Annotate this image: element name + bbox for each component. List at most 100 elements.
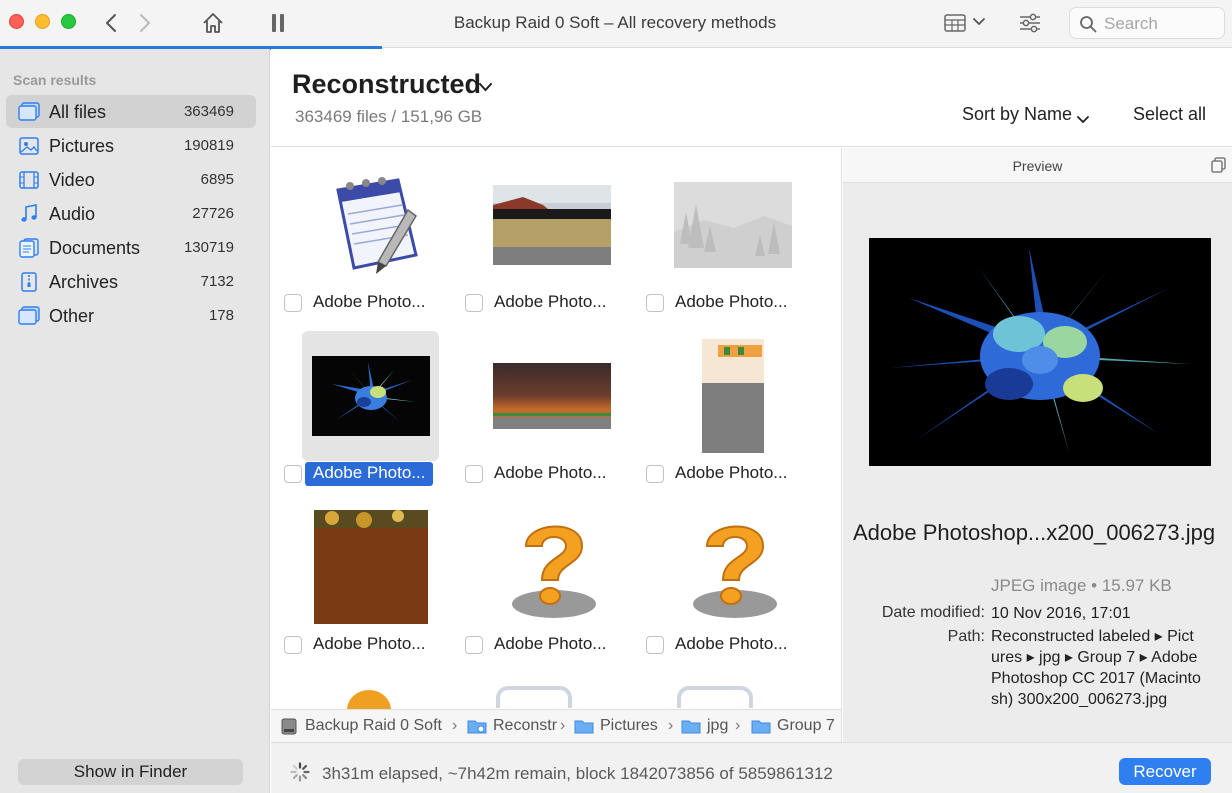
file-thumbnail[interactable]	[664, 331, 801, 461]
video-icon	[18, 170, 40, 190]
file-name[interactable]: Adobe Photo...	[486, 633, 614, 657]
breadcrumb-separator: ›	[452, 717, 458, 734]
sidebar-item-audio[interactable]: Audio 27726	[6, 197, 256, 230]
file-tile[interactable]: Adobe Photo...	[460, 492, 620, 657]
sidebar-item-video[interactable]: Video 6895	[6, 163, 256, 196]
folder-icon	[574, 718, 594, 739]
file-tile[interactable]: Adobe Photo...	[279, 492, 439, 657]
date-modified-value: 10 Nov 2016, 17:01	[991, 605, 1131, 622]
breadcrumb-item[interactable]: jpg	[707, 717, 728, 735]
file-checkbox[interactable]	[465, 294, 483, 312]
file-tile[interactable]: Adobe Photo...	[641, 321, 801, 486]
file-checkbox[interactable]	[646, 636, 664, 654]
file-name[interactable]: Adobe Photo...	[667, 633, 795, 657]
recover-button[interactable]: Recover	[1119, 758, 1211, 785]
sidebar-item-count: 27726	[192, 205, 234, 222]
file-checkbox[interactable]	[646, 465, 664, 483]
folder-icon	[751, 718, 771, 739]
sort-button[interactable]: Sort by Name	[962, 104, 1072, 125]
search-icon	[1079, 15, 1097, 38]
file-name[interactable]: Adobe Photo...	[667, 291, 795, 315]
minimize-window-button[interactable]	[35, 14, 50, 29]
documents-icon	[18, 238, 40, 258]
preview-title: Preview	[1012, 158, 1063, 174]
file-tile[interactable]: Adobe Photo...	[279, 321, 439, 486]
file-checkbox[interactable]	[284, 636, 302, 654]
file-checkbox[interactable]	[284, 465, 302, 483]
file-checkbox[interactable]	[284, 294, 302, 312]
pictures-icon	[18, 136, 40, 156]
breadcrumb-item[interactable]: Pictures	[600, 717, 658, 735]
file-thumbnail[interactable]	[302, 502, 439, 632]
sidebar-item-label: Other	[49, 306, 95, 326]
file-name[interactable]: Adobe Photo...	[486, 291, 614, 315]
view-grid-icon[interactable]	[944, 13, 966, 33]
breadcrumb-item[interactable]: Backup Raid 0 Soft	[305, 717, 442, 735]
file-thumbnail[interactable]	[302, 160, 439, 290]
file-thumbnail[interactable]	[664, 160, 801, 290]
chevron-down-icon[interactable]	[479, 79, 492, 97]
file-thumbnail[interactable]	[483, 502, 620, 632]
partial-file-thumbnail	[494, 678, 574, 709]
sidebar-item-documents[interactable]: Documents 130719	[6, 231, 256, 264]
preview-header: Preview	[843, 148, 1232, 183]
breadcrumb-item[interactable]: Group 7	[777, 717, 835, 735]
chevron-right-icon[interactable]	[134, 12, 156, 34]
file-name[interactable]: Adobe Photo...	[667, 462, 795, 486]
sidebar-item-label: All files	[49, 102, 107, 122]
folder-title[interactable]: Reconstructed	[292, 69, 481, 100]
file-tile[interactable]: Adobe Photo...	[641, 492, 801, 657]
sidebar-item-count: 7132	[200, 273, 234, 290]
file-name[interactable]: Adobe Photo...	[305, 291, 433, 315]
notepad-icon	[335, 177, 418, 274]
file-tile[interactable]: Adobe Photo...	[279, 150, 439, 315]
chevron-left-icon[interactable]	[100, 12, 122, 34]
filter-sliders-icon[interactable]	[1018, 12, 1042, 34]
search-box[interactable]	[1069, 7, 1225, 39]
sidebar-item-pictures[interactable]: Pictures 190819	[6, 129, 256, 162]
file-name[interactable]: Adobe Photo...	[305, 462, 434, 486]
pause-icon[interactable]	[268, 12, 288, 34]
select-all-button[interactable]: Select all	[1133, 104, 1206, 125]
copy-icon[interactable]	[1211, 157, 1226, 178]
file-name[interactable]: Adobe Photo...	[486, 462, 614, 486]
brown-thumbnail	[313, 510, 428, 624]
archives-icon	[18, 272, 40, 292]
chevron-down-icon[interactable]	[971, 16, 987, 28]
sidebar-item-all-files[interactable]: All files 363469	[6, 95, 256, 128]
hard-drive-icon	[281, 718, 297, 740]
file-tile[interactable]: Adobe Photo...	[460, 321, 620, 486]
path-value[interactable]: Reconstructed labeled ▸ Pict ures ▸ jpg …	[991, 626, 1221, 710]
file-checkbox[interactable]	[646, 294, 664, 312]
sidebar-item-other[interactable]: Other 178	[6, 299, 256, 332]
zoom-window-button[interactable]	[61, 14, 76, 29]
file-checkbox[interactable]	[465, 636, 483, 654]
file-tile[interactable]: Adobe Photo...	[460, 150, 620, 315]
search-input[interactable]	[1104, 13, 1219, 35]
file-thumbnail[interactable]	[664, 502, 801, 632]
explosion-image	[869, 238, 1211, 466]
show-in-finder-button[interactable]: Show in Finder	[18, 759, 243, 785]
sidebar-item-label: Documents	[49, 238, 141, 258]
question-mark-icon	[511, 525, 596, 618]
preview-image	[869, 238, 1211, 466]
close-window-button[interactable]	[9, 14, 24, 29]
app-window: Backup Raid 0 Soft – All recovery method…	[0, 0, 1232, 793]
chevron-down-icon[interactable]	[1077, 111, 1089, 129]
home-icon[interactable]	[200, 10, 226, 36]
sidebar-item-archives[interactable]: Archives 7132	[6, 265, 256, 298]
breadcrumb-separator: ›	[735, 717, 741, 734]
breadcrumb-item[interactable]: Reconstr	[493, 717, 557, 735]
breadcrumb: Backup Raid 0 Soft › Reconstr › Pictures…	[271, 709, 842, 742]
file-tile[interactable]: Adobe Photo...	[641, 150, 801, 315]
file-name[interactable]: Adobe Photo...	[305, 633, 433, 657]
file-thumbnail[interactable]	[483, 160, 620, 290]
sidebar-item-label: Archives	[49, 272, 119, 292]
preview-pane: Preview Adobe Photoshop...x200_006273.jp…	[843, 148, 1232, 742]
file-thumbnail[interactable]	[483, 331, 620, 461]
preview-filename: Adobe Photoshop...x200_006273.jpg	[853, 520, 1216, 545]
file-checkbox[interactable]	[465, 465, 483, 483]
folder-icon	[681, 718, 701, 739]
file-thumbnail[interactable]	[302, 331, 439, 461]
trees-thumbnail	[673, 182, 792, 268]
